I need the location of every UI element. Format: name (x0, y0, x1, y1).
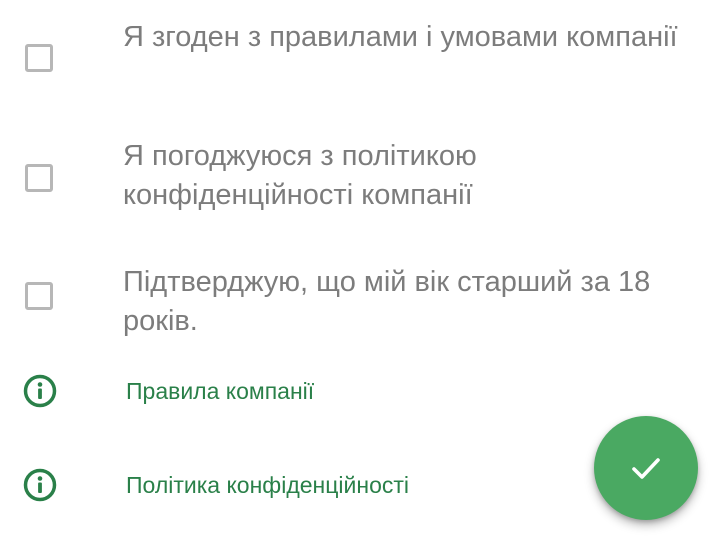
company-rules-label: Правила компанії (126, 378, 315, 404)
privacy-policy-link[interactable]: Політика конфіденційності (0, 460, 560, 510)
info-icon (23, 468, 57, 502)
age-checkbox[interactable] (25, 282, 53, 310)
age-label: Підтверджую, що мій вік старший за 18 ро… (123, 266, 651, 337)
privacy-label: Я погоджуюся з політикою конфіденційност… (123, 140, 477, 211)
confirm-fab-button[interactable] (594, 416, 698, 520)
privacy-policy-label: Політика конфіденційності (126, 472, 410, 498)
terms-label: Я згоден з правилами і умовами компанії (123, 21, 678, 53)
info-icon (23, 374, 57, 408)
check-icon (632, 458, 660, 479)
terms-checkbox[interactable] (25, 44, 53, 72)
privacy-checkbox[interactable] (25, 164, 53, 192)
company-rules-link[interactable]: Правила компанії (0, 366, 560, 416)
